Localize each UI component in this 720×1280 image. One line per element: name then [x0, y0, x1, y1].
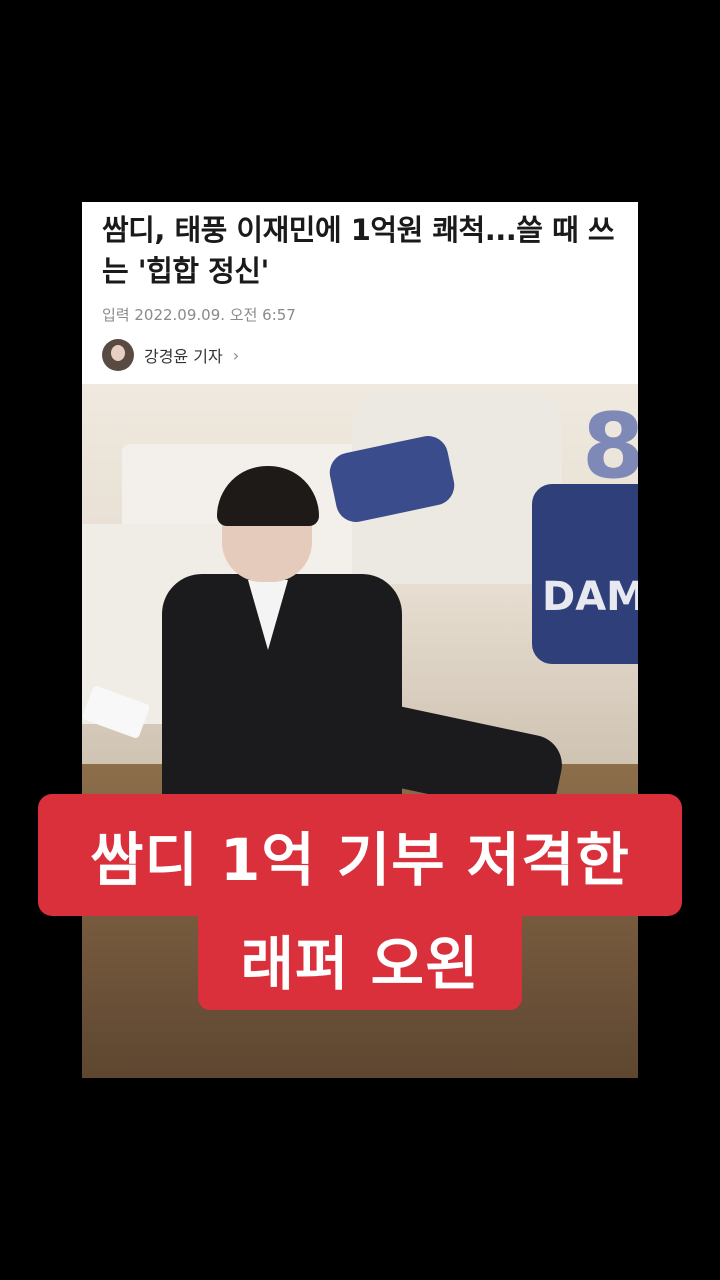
reporter-avatar	[102, 339, 134, 371]
reporter-byline[interactable]: 강경윤 기자 ›	[102, 338, 239, 372]
caption-line2: 래퍼 오왼	[240, 930, 480, 998]
caption-line1: 쌈디 1억 기부 저격한	[90, 826, 630, 894]
caption-line2-box: 래퍼 오왼	[198, 908, 522, 1010]
article-headline[interactable]: 쌈디, 태풍 이재민에 1억원 쾌척...쓸 때 쓰는 '힙합 정신'	[102, 210, 622, 292]
reporter-name: 강경윤 기자	[144, 347, 223, 366]
publish-date: 입력 2022.09.09. 오전 6:57	[102, 306, 296, 324]
caption-line1-box: 쌈디 1억 기부 저격한	[38, 794, 682, 916]
cake-number: 8	[582, 394, 638, 499]
cake-text: DAMOI	[542, 574, 638, 620]
chevron-right-icon: ›	[232, 345, 240, 365]
